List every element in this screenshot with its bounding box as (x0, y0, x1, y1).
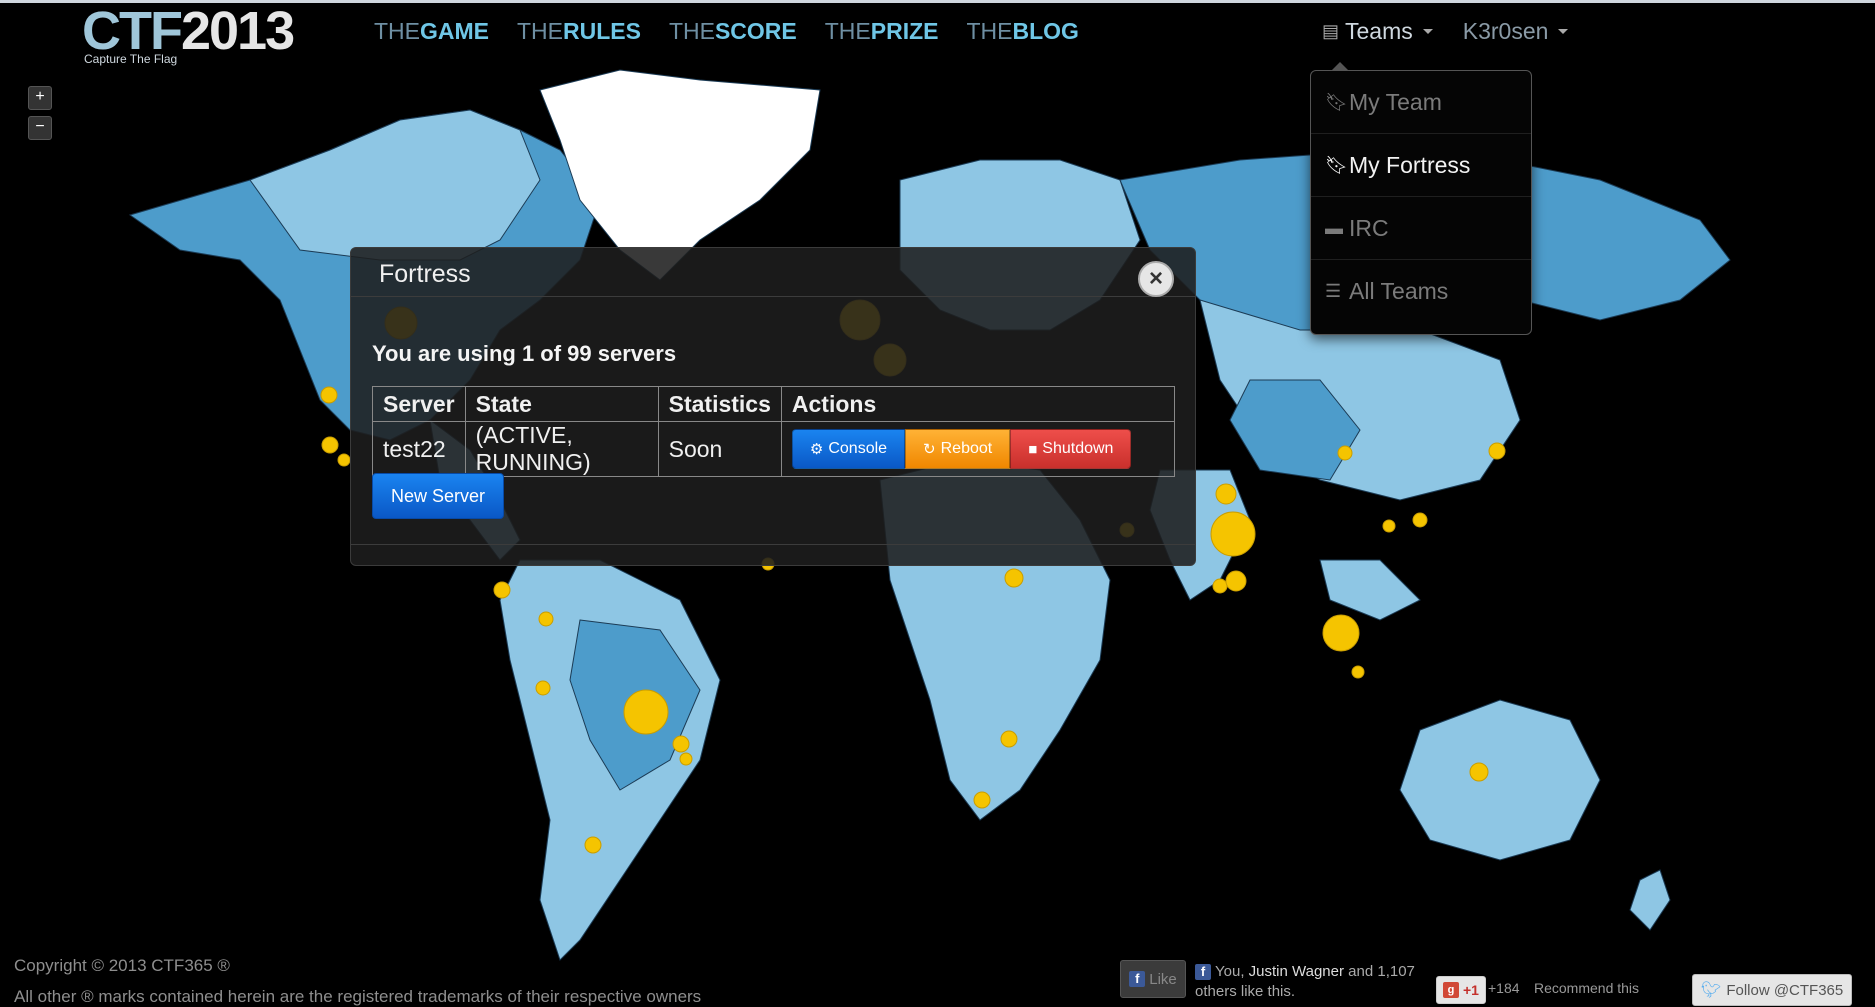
refresh-icon: ↻ (923, 441, 936, 458)
server-action-buttons: ⚙ Console ↻ Reboot ■ Shutdown (791, 429, 1164, 469)
zoom-out-button[interactable]: − (28, 116, 52, 140)
list-icon: ▤ (1322, 21, 1340, 41)
location-marker[interactable] (1000, 730, 1018, 748)
copyright-text: Copyright © 2013 CTF365 ® (14, 956, 230, 975)
stop-icon: ■ (1028, 440, 1038, 458)
location-marker[interactable] (1004, 568, 1024, 588)
menu-item-my-team[interactable]: 🔖︎ My Team (1311, 71, 1531, 134)
facebook-icon: f (1129, 971, 1146, 987)
server-actions-cell: ⚙ Console ↻ Reboot ■ Shutdown (780, 421, 1176, 477)
server-usage-text: You are using 1 of 99 servers (372, 341, 677, 366)
recommend-text: Recommend this (1534, 980, 1640, 996)
servers-table: Server State Statistics Actions test22 (… (372, 386, 1176, 477)
teams-label: Teams (1345, 18, 1413, 44)
server-statistics-cell: Soon (657, 421, 782, 477)
modal-footer (351, 544, 1195, 565)
shutdown-button[interactable]: ■ Shutdown (1010, 429, 1132, 469)
menu-item-my-fortress[interactable]: 🔖︎ My Fortress (1311, 134, 1531, 197)
landmass-shape (249, 109, 541, 261)
location-marker[interactable] (1412, 512, 1428, 528)
teams-dropdown-menu: 🔖︎ My Team 🔖︎ My Fortress ▬ IRC ☰ All Te… (1310, 62, 1532, 335)
modal-header: Fortress × (351, 248, 1195, 297)
location-marker[interactable] (1469, 762, 1489, 782)
location-marker[interactable] (679, 752, 693, 766)
location-marker[interactable] (584, 836, 602, 854)
twitter-follow-button[interactable]: 🐦︎ Follow @CTF365 (1692, 974, 1853, 1006)
modal-title: Fortress (379, 260, 471, 288)
landmass-shape (1399, 699, 1601, 861)
list-icon: ☰ (1325, 280, 1342, 301)
location-marker[interactable] (538, 611, 554, 627)
location-marker[interactable] (623, 689, 669, 735)
landmass-shape (1319, 559, 1421, 621)
facebook-icon: f (1195, 964, 1211, 980)
google-plus-icon: g (1443, 982, 1459, 998)
nav-the-rules[interactable]: THERULES (517, 18, 641, 45)
landmass-shape (1629, 869, 1671, 931)
teams-menu-toggle[interactable]: ▤ Teams (1322, 18, 1433, 45)
bookmark-icon: 🔖︎ (1325, 91, 1348, 112)
google-plus-count: +184 (1488, 980, 1520, 996)
fortress-modal: Fortress × You are using 1 of 99 servers… (350, 247, 1196, 566)
nav-the-blog[interactable]: THEBLOG (966, 18, 1078, 45)
user-area: ▤ Teams K3r0sen (1322, 18, 1569, 45)
reboot-button[interactable]: ↻ Reboot (905, 429, 1011, 469)
location-marker[interactable] (1225, 570, 1247, 592)
facebook-like-text: f You, Justin Wagner and 1,107 others lik… (1195, 963, 1415, 1000)
comment-icon: ▬ (1325, 217, 1343, 238)
google-plus-button[interactable]: g +1 (1436, 976, 1486, 1004)
logo-year: 2013 (180, 1, 295, 61)
location-marker[interactable] (1488, 442, 1506, 460)
location-marker[interactable] (493, 581, 511, 599)
nav-the-game[interactable]: THEGAME (374, 18, 489, 45)
location-marker[interactable] (337, 453, 351, 467)
user-menu-toggle[interactable]: K3r0sen (1463, 18, 1569, 45)
main-nav: THEGAME THERULES THESCORE THEPRIZE THEBL… (374, 18, 1079, 45)
bookmark-icon: 🔖︎ (1325, 154, 1348, 175)
column-header-statistics: Statistics (657, 386, 782, 422)
column-header-state: State (464, 386, 659, 422)
column-header-actions: Actions (780, 386, 1176, 422)
location-marker[interactable] (535, 680, 551, 696)
username-label: K3r0sen (1462, 18, 1549, 44)
column-header-server: Server (372, 386, 466, 422)
twitter-bird-icon: 🐦︎ (1701, 982, 1722, 999)
caret-down-icon (1558, 29, 1569, 34)
new-server-button[interactable]: New Server (372, 473, 505, 519)
menu-item-irc[interactable]: ▬ IRC (1311, 197, 1531, 260)
location-marker[interactable] (1337, 445, 1353, 461)
menu-item-all-teams[interactable]: ☰ All Teams (1311, 260, 1531, 322)
nav-the-prize[interactable]: THEPRIZE (825, 18, 939, 45)
server-name-cell: test22 (372, 421, 466, 477)
ctf2013-logo[interactable]: CTF2013 Capture The Flag (82, 2, 322, 72)
gear-icon: ⚙ (809, 441, 824, 458)
legal-text: All other ® marks contained herein are t… (14, 987, 702, 1006)
caret-down-icon (1422, 29, 1433, 34)
zoom-in-button[interactable]: + (28, 86, 52, 110)
location-marker[interactable] (1351, 665, 1365, 679)
location-marker[interactable] (672, 735, 690, 753)
location-marker[interactable] (321, 436, 339, 454)
logo-subtitle: Capture The Flag (84, 52, 178, 66)
table-row: test22 (ACTIVE, RUNNING) Soon ⚙ Console … (372, 421, 1176, 477)
close-button[interactable]: × (1138, 261, 1174, 297)
facebook-like-button[interactable]: f Like (1120, 960, 1186, 998)
location-marker[interactable] (1322, 614, 1360, 652)
facebook-friend-link[interactable]: Justin Wagner (1249, 963, 1344, 980)
location-marker[interactable] (1382, 519, 1396, 533)
location-marker[interactable] (1215, 483, 1237, 505)
server-state-cell: (ACTIVE, RUNNING) (464, 421, 659, 477)
nav-the-score[interactable]: THESCORE (669, 18, 797, 45)
location-marker[interactable] (1212, 578, 1228, 594)
location-marker[interactable] (973, 791, 991, 809)
location-marker[interactable] (320, 386, 338, 404)
console-button[interactable]: ⚙ Console (791, 429, 906, 469)
location-marker[interactable] (1210, 511, 1256, 557)
